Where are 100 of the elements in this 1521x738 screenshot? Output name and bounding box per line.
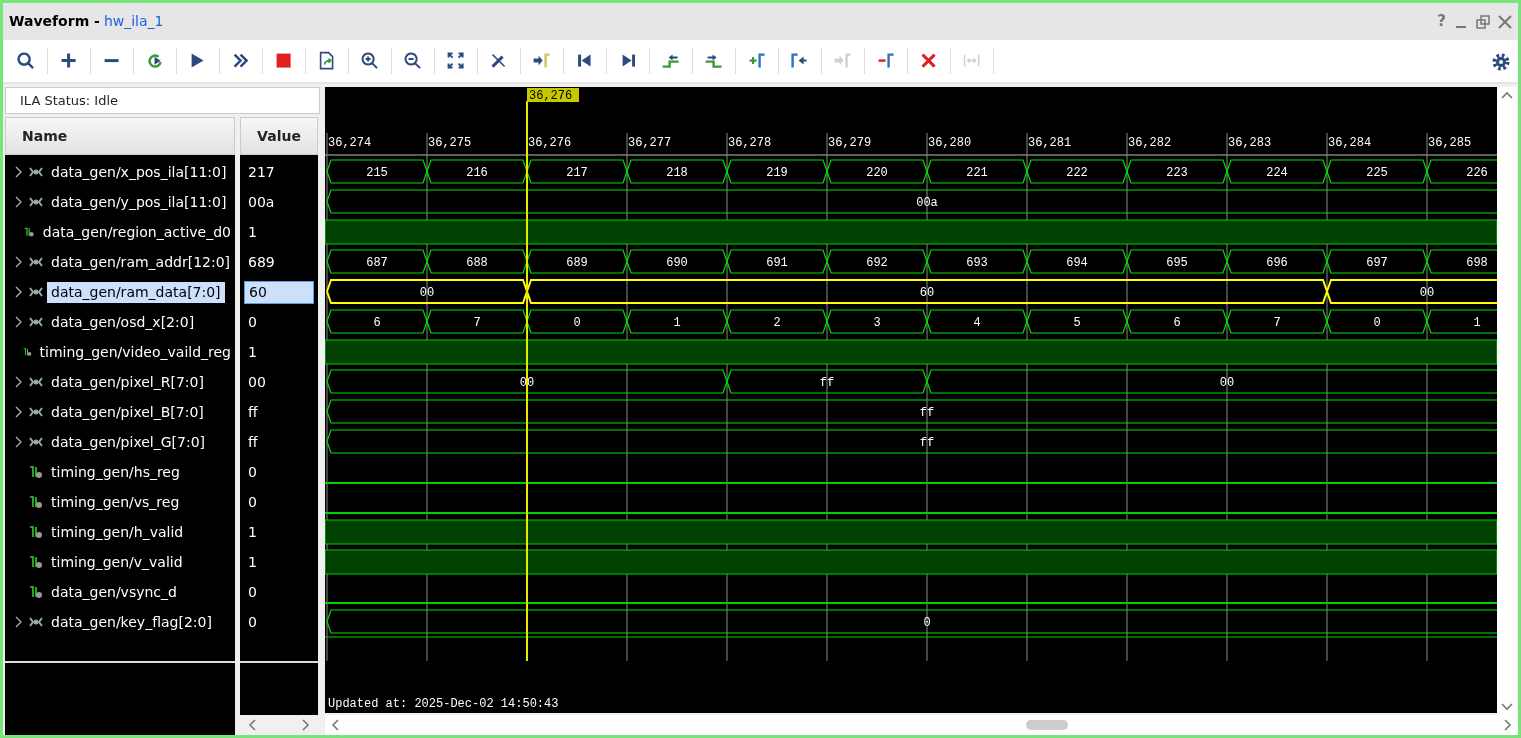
bus-value-label: ff (919, 405, 935, 420)
bus-value-label: 00a (916, 195, 938, 210)
signal-value: 0 (247, 462, 258, 482)
column-header[interactable]: Name (5, 117, 235, 155)
signal-value: 0 (247, 492, 258, 512)
bus-icon (29, 436, 43, 448)
bus-value-label: 693 (966, 255, 988, 270)
time-tick-label: 36,280 (928, 136, 972, 150)
export-icon (319, 51, 335, 71)
signal-name[interactable]: data_gen/ram_data[7:0] (47, 281, 225, 303)
expand-chevron-icon[interactable] (15, 376, 23, 388)
bus-value-label: ff (819, 375, 835, 390)
bus-value-label: 5 (1073, 315, 1081, 330)
cursor-label: 36,276 (527, 88, 579, 103)
signal-name[interactable]: data_gen/pixel_B[7:0] (47, 401, 208, 423)
signal-name[interactable]: timing_gen/vs_reg (47, 491, 184, 513)
bus-value-label: 221 (966, 165, 988, 180)
column-header[interactable]: Value (240, 117, 318, 155)
signal-name[interactable]: data_gen/key_flag[2:0] (47, 611, 216, 633)
scroll-left-icon[interactable] (248, 719, 256, 731)
zoom-in-icon (361, 52, 379, 70)
signal-value: 0 (247, 312, 258, 332)
time-tick-label: 36,279 (828, 136, 872, 150)
close-icon[interactable] (1498, 14, 1512, 29)
signal-name[interactable]: timing_gen/h_valid (47, 521, 188, 543)
expand-chevron-icon[interactable] (15, 286, 23, 298)
search-icon (17, 52, 35, 70)
step-back-icon (661, 53, 681, 69)
bus-icon (29, 406, 43, 418)
expand-chevron-icon[interactable] (15, 316, 23, 328)
bus-value-label: 690 (666, 255, 688, 270)
bus-value-label: 7 (473, 315, 481, 330)
bus-value-label: 691 (766, 255, 788, 270)
signal-name[interactable]: timing_gen/hs_reg (47, 461, 184, 483)
signal-name[interactable]: data_gen/ram_addr[12:0] (47, 251, 235, 273)
bus-value-label: 1 (1473, 315, 1481, 330)
expand-chevron-icon[interactable] (15, 616, 23, 628)
scrollbar[interactable] (325, 715, 1518, 735)
signal-name[interactable]: timing_gen/v_valid (47, 551, 187, 573)
remove-marker-icon (876, 52, 896, 70)
bit-icon (29, 555, 43, 569)
bus-value-label: 00 (1419, 285, 1435, 300)
skip-end-icon (620, 53, 636, 69)
expand-chevron-icon[interactable] (15, 166, 23, 178)
help-button[interactable]: ? (1437, 10, 1446, 33)
bus-value-label: 0 (573, 315, 581, 330)
signal-name[interactable]: data_gen/vsync_d (47, 581, 181, 603)
measure-icon (963, 53, 981, 69)
bus-value-label: 215 (366, 165, 388, 180)
time-tick-label: 36,285 (1428, 136, 1472, 150)
bus-value-label: 00 (1219, 375, 1235, 390)
signal-name[interactable]: timing_gen/video_vaild_reg (35, 341, 235, 363)
signal-name[interactable]: data_gen/y_pos_ila[11:0] (47, 191, 231, 213)
scroll-down-icon[interactable] (1501, 703, 1513, 711)
bus-value-label: 222 (1066, 165, 1088, 180)
bus-icon (29, 316, 43, 328)
skip-start-icon (577, 53, 593, 69)
time-tick-label: 36,281 (1028, 136, 1072, 150)
scroll-right-icon[interactable] (302, 719, 310, 731)
window-subtitle-link[interactable]: hw_ila_1 (103, 11, 164, 32)
time-tick-label: 36,276 (528, 136, 572, 150)
signal-value: 1 (247, 342, 258, 362)
waveform-view[interactable] (325, 87, 1497, 713)
signal-name[interactable]: data_gen/region_active_d0 (38, 221, 235, 243)
scroll-thumb[interactable] (1025, 720, 1068, 730)
bus-value-label: 0 (1373, 315, 1381, 330)
settings-icon[interactable] (1492, 52, 1510, 71)
bus-value-label: 3 (873, 315, 881, 330)
restore-icon[interactable] (1476, 14, 1490, 29)
expand-chevron-icon[interactable] (15, 406, 23, 418)
signal-value: 00 (247, 372, 267, 392)
time-tick-label: 36,274 (328, 136, 372, 150)
bus-value-label: 696 (1266, 255, 1288, 270)
expand-chevron-icon[interactable] (15, 196, 23, 208)
add-icon (60, 52, 78, 70)
bus-icon (29, 616, 43, 628)
play-icon (190, 52, 206, 70)
expand-chevron-icon[interactable] (15, 256, 23, 268)
bus-value-label: 223 (1166, 165, 1188, 180)
previous-marker-icon (791, 52, 809, 70)
bus-value-label: 4 (973, 315, 981, 330)
time-tick-label: 36,275 (428, 136, 472, 150)
signal-name[interactable]: data_gen/osd_x[2:0] (47, 311, 199, 333)
signal-value: 0 (247, 612, 258, 632)
scroll-up-icon[interactable] (1501, 91, 1513, 99)
expand-chevron-icon[interactable] (15, 436, 23, 448)
bus-value-label: 698 (1466, 255, 1488, 270)
scroll-left-icon[interactable] (331, 719, 339, 731)
scroll-right-icon[interactable] (1504, 719, 1512, 731)
window-title: Waveform - (9, 12, 100, 31)
bus-value-label: 695 (1166, 255, 1188, 270)
signal-value: ff (247, 402, 259, 422)
bus-icon (29, 166, 43, 178)
signal-name[interactable]: data_gen/pixel_R[7:0] (47, 371, 208, 393)
signal-value: 0 (247, 582, 258, 602)
bus-icon (29, 286, 43, 298)
signal-name[interactable]: data_gen/pixel_G[7:0] (47, 431, 210, 453)
bus-value-label: 224 (1266, 165, 1288, 180)
signal-name[interactable]: data_gen/x_pos_ila[11:0] (47, 161, 231, 183)
scrollbar[interactable] (1497, 87, 1517, 715)
